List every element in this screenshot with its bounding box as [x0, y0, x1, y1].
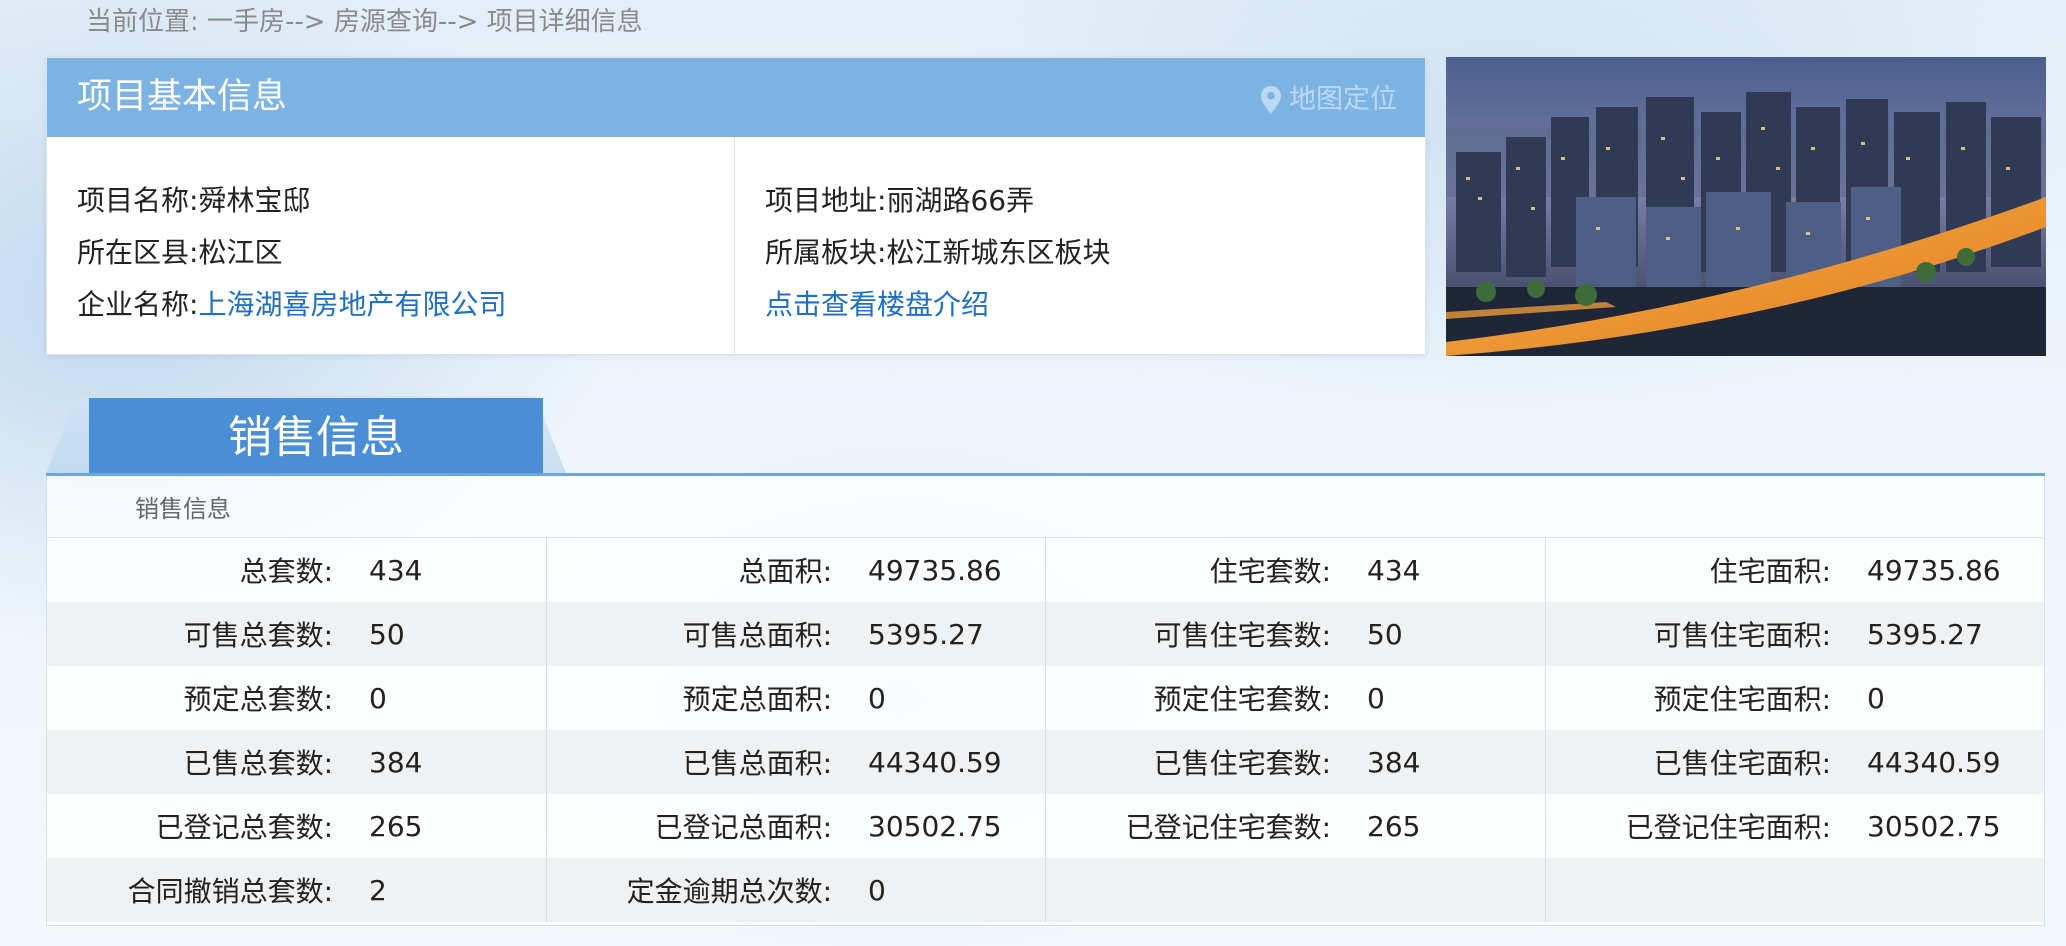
block-row: 所属板块:松江新城东区板块 — [765, 227, 1425, 279]
sales-field-value: 0 — [846, 858, 1046, 922]
sales-field-label: 可售总面积: — [546, 602, 846, 666]
sales-field-label: 合同撤销总套数: — [47, 858, 347, 922]
sales-field-label: 已登记总面积: — [546, 794, 846, 858]
project-info-right: 项目地址:丽湖路66弄 所属板块:松江新城东区板块 点击查看楼盘介绍 — [735, 137, 1425, 355]
sales-field-label: 住宅套数: — [1045, 538, 1345, 602]
sales-field-label: 住宅面积: — [1545, 538, 1845, 602]
sales-field-label: 已售住宅面积: — [1545, 730, 1845, 794]
project-info-left: 项目名称:舜林宝邸 所在区县:松江区 企业名称:上海湖喜房地产有限公司 — [47, 137, 735, 355]
sales-subtitle: 销售信息 — [47, 476, 2044, 538]
table-row: 预定总套数: 0 预定总面积: 0 预定住宅套数: 0 预定住宅面积: 0 — [47, 666, 2044, 730]
map-pin-icon — [1261, 86, 1281, 114]
sales-field-label: 定金逾期总次数: — [546, 858, 846, 922]
sales-field-label: 预定住宅面积: — [1545, 666, 1845, 730]
sales-panel: 销售信息 总套数: 434 总面积: 49735.86 住宅套数: 434 住宅面积: 497… — [46, 476, 2045, 926]
sales-field-value: 0 — [1345, 666, 1546, 730]
district-value: 松江区 — [198, 236, 283, 269]
project-name-value: 舜林宝邸 — [198, 184, 311, 217]
sales-field-label: 已登记总套数: — [47, 794, 347, 858]
sales-field-value — [1345, 858, 1546, 922]
project-info-title: 项目基本信息 — [77, 77, 288, 117]
sales-field-label: 总套数: — [47, 538, 347, 602]
sales-field-value: 30502.75 — [1845, 794, 2044, 858]
property-intro-link[interactable]: 点击查看楼盘介绍 — [765, 288, 989, 321]
table-row: 可售总套数: 50 可售总面积: 5395.27 可售住宅套数: 50 可售住宅面积: 539… — [47, 602, 2044, 666]
company-row: 企业名称:上海湖喜房地产有限公司 — [77, 279, 734, 331]
sales-field-label: 总面积: — [546, 538, 846, 602]
sales-field-label: 可售总套数: — [47, 602, 347, 666]
sales-field-label: 可售住宅面积: — [1545, 602, 1845, 666]
project-photo — [1446, 57, 2046, 356]
sales-field-label: 已售总套数: — [47, 730, 347, 794]
address-value: 丽湖路66弄 — [886, 184, 1035, 217]
sales-field-value: 265 — [347, 794, 547, 858]
district-label: 所在区县: — [77, 236, 199, 269]
sales-field-label: 已登记住宅面积: — [1545, 794, 1845, 858]
sales-field-value: 49735.86 — [1845, 538, 2044, 602]
sales-field-value: 265 — [1345, 794, 1546, 858]
sales-field-value: 434 — [347, 538, 547, 602]
project-name-label: 项目名称: — [77, 184, 199, 217]
table-row: 合同撤销总套数: 2 定金逾期总次数: 0 — [47, 858, 2044, 922]
breadcrumb: 当前位置: 一手房--> 房源查询--> 项目详细信息 — [86, 2, 643, 42]
sales-field-value: 30502.75 — [846, 794, 1046, 858]
sales-field-label: 已售住宅套数: — [1045, 730, 1345, 794]
tab-sales-info[interactable]: 销售信息 — [89, 398, 543, 473]
sales-field-value: 44340.59 — [846, 730, 1046, 794]
intro-row: 点击查看楼盘介绍 — [765, 279, 1425, 331]
sales-field-value: 0 — [846, 666, 1046, 730]
project-info-header: 项目基本信息 地图定位 — [47, 58, 1425, 137]
district-row: 所在区县:松江区 — [77, 227, 734, 279]
sales-field-value: 49735.86 — [846, 538, 1046, 602]
sales-field-value: 2 — [347, 858, 547, 922]
sales-field-value: 50 — [1345, 602, 1546, 666]
sales-field-label: 已登记住宅套数: — [1045, 794, 1345, 858]
breadcrumb-prefix: 当前位置: — [86, 7, 199, 37]
sales-field-label — [1045, 858, 1345, 922]
project-info-body: 项目名称:舜林宝邸 所在区县:松江区 企业名称:上海湖喜房地产有限公司 项目地址… — [47, 137, 1425, 355]
company-label: 企业名称: — [77, 288, 199, 321]
sales-field-value: 50 — [347, 602, 547, 666]
table-row: 总套数: 434 总面积: 49735.86 住宅套数: 434 住宅面积: 49735.86 — [47, 538, 2044, 602]
project-photo-image — [1446, 57, 2046, 356]
sales-table: 总套数: 434 总面积: 49735.86 住宅套数: 434 住宅面积: 49735.86… — [47, 538, 2044, 922]
sales-field-label: 已售总面积: — [546, 730, 846, 794]
sales-field-label: 可售住宅套数: — [1045, 602, 1345, 666]
sales-field-value: 384 — [347, 730, 547, 794]
sales-field-value: 434 — [1345, 538, 1546, 602]
breadcrumb-path[interactable]: 一手房--> 房源查询--> 项目详细信息 — [207, 7, 643, 37]
sales-field-value: 0 — [1845, 666, 2044, 730]
sales-field-value: 5395.27 — [1845, 602, 2044, 666]
company-link[interactable]: 上海湖喜房地产有限公司 — [198, 288, 506, 321]
sales-field-value: 0 — [347, 666, 547, 730]
sales-field-value — [1845, 858, 2044, 922]
block-value: 松江新城东区板块 — [886, 236, 1111, 269]
sales-field-value: 384 — [1345, 730, 1546, 794]
sales-field-label — [1545, 858, 1845, 922]
sales-field-label: 预定总套数: — [47, 666, 347, 730]
project-name-row: 项目名称:舜林宝邸 — [77, 175, 734, 227]
sales-field-value: 44340.59 — [1845, 730, 2044, 794]
sales-field-value: 5395.27 — [846, 602, 1046, 666]
table-row: 已售总套数: 384 已售总面积: 44340.59 已售住宅套数: 384 已售住宅面积:… — [47, 730, 2044, 794]
block-label: 所属板块: — [765, 236, 887, 269]
table-row: 已登记总套数: 265 已登记总面积: 30502.75 已登记住宅套数: 265 已登记住… — [47, 794, 2044, 858]
sales-field-label: 预定住宅套数: — [1045, 666, 1345, 730]
sales-field-label: 预定总面积: — [546, 666, 846, 730]
project-info-panel: 项目基本信息 地图定位 项目名称:舜林宝邸 所在区县:松江区 企业名称:上海湖喜… — [46, 57, 1426, 355]
address-row: 项目地址:丽湖路66弄 — [765, 175, 1425, 227]
map-location-link[interactable]: 地图定位 — [1261, 58, 1397, 142]
map-link-label: 地图定位 — [1289, 84, 1397, 115]
address-label: 项目地址: — [765, 184, 887, 217]
